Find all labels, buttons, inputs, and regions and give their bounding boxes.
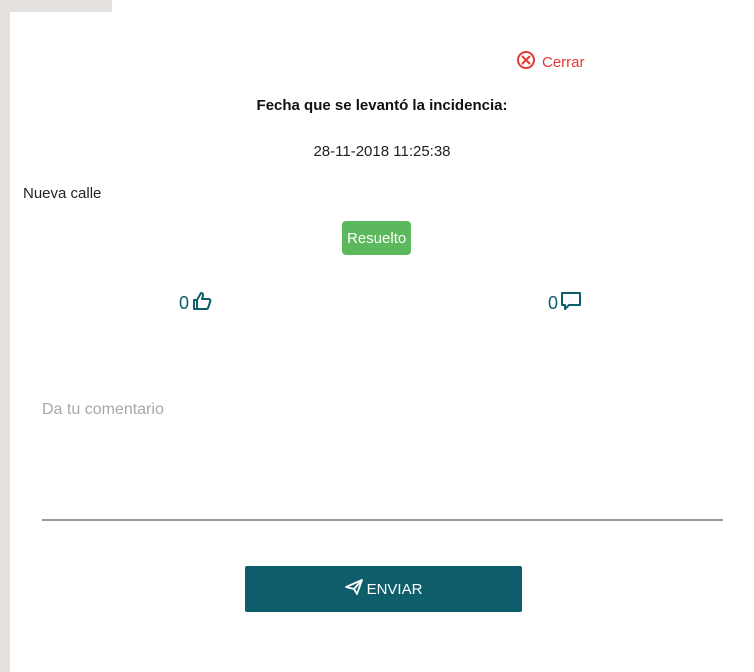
comment-input[interactable] [42,395,723,521]
left-edge-strip [0,0,10,672]
like-counter[interactable]: 0 [179,290,213,317]
incident-description: Nueva calle [23,185,102,202]
comment-icon[interactable] [558,290,582,317]
close-label: Cerrar [542,53,585,71]
date-heading: Fecha que se levantó la incidencia: [256,97,508,114]
send-label: ENVIAR [366,580,423,598]
likes-count: 0 [179,293,190,313]
close-circle-icon [516,50,542,74]
thumbs-up-icon[interactable] [189,290,213,317]
comment-counter[interactable]: 0 [548,290,582,317]
paper-plane-icon [344,579,367,599]
comments-count: 0 [548,293,559,313]
date-value: 28-11-2018 11:25:38 [313,143,451,160]
status-badge: Resuelto [342,221,412,255]
send-button[interactable]: ENVIAR [245,566,522,612]
close-button[interactable]: Cerrar [516,50,585,74]
top-tab-strip [0,0,112,12]
